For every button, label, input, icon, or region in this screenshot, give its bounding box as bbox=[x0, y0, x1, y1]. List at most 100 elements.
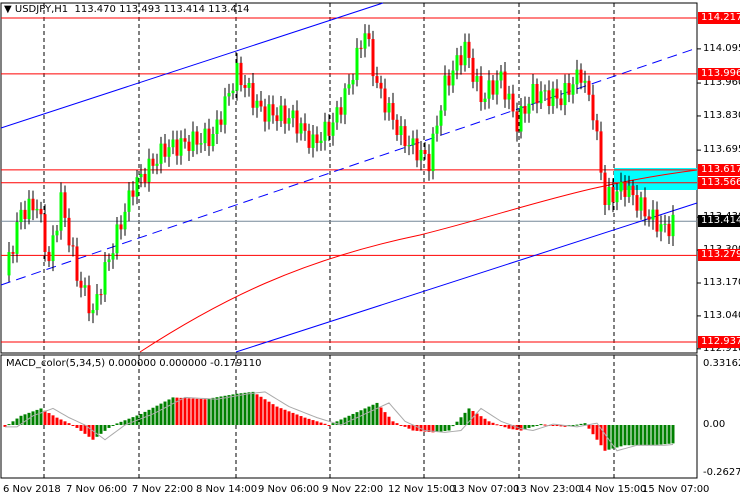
candle-body bbox=[427, 153, 431, 172]
candle-body bbox=[559, 98, 563, 106]
candle-body bbox=[211, 133, 215, 147]
candle-body bbox=[571, 84, 575, 95]
channel-lower bbox=[235, 202, 698, 353]
candle-body bbox=[647, 216, 651, 220]
candle-body bbox=[195, 131, 199, 145]
candle-body bbox=[663, 223, 667, 225]
macd-bar bbox=[211, 397, 215, 425]
candle-body bbox=[315, 134, 319, 144]
macd-bar bbox=[167, 399, 171, 425]
candle-body bbox=[611, 186, 615, 203]
candle-body bbox=[107, 259, 111, 263]
macd-bar bbox=[227, 395, 231, 425]
macd-bar bbox=[443, 425, 447, 431]
macd-bar bbox=[451, 425, 455, 427]
candle-body bbox=[295, 110, 299, 134]
candle-body bbox=[271, 104, 275, 116]
candle-body bbox=[491, 80, 495, 95]
macd-bar bbox=[115, 423, 119, 425]
candle-body bbox=[203, 128, 207, 144]
candle-body bbox=[239, 62, 243, 86]
candle-body bbox=[235, 62, 239, 91]
level-label: 113.617 bbox=[698, 163, 740, 176]
candle-body bbox=[31, 198, 35, 211]
candle-body bbox=[291, 110, 295, 119]
macd-bar bbox=[163, 401, 167, 425]
macd-bar bbox=[455, 421, 459, 425]
macd-bar bbox=[535, 425, 539, 426]
candle-body bbox=[355, 47, 359, 80]
time-label: 9 Nov 06:00 bbox=[258, 484, 320, 495]
candle-body bbox=[575, 69, 579, 85]
candle-body bbox=[91, 310, 95, 314]
macd-bar bbox=[475, 413, 479, 425]
candle-body bbox=[75, 246, 79, 281]
macd-bar bbox=[579, 423, 583, 425]
candle-body bbox=[643, 197, 647, 217]
candle-body bbox=[539, 91, 543, 104]
candle-body bbox=[655, 209, 659, 232]
candle-body bbox=[619, 182, 623, 192]
macd-bar bbox=[551, 425, 555, 426]
macd-bar bbox=[187, 398, 191, 425]
candle-body bbox=[187, 141, 191, 151]
macd-bar bbox=[387, 416, 391, 425]
candle-body bbox=[255, 100, 259, 108]
candle-body bbox=[143, 173, 147, 182]
candle-body bbox=[307, 130, 311, 148]
candle-body bbox=[587, 80, 591, 95]
candle-body bbox=[535, 83, 539, 104]
macd-bar bbox=[231, 394, 235, 425]
macd-bar bbox=[23, 414, 27, 425]
candle-body bbox=[595, 120, 599, 132]
candle-body bbox=[623, 182, 627, 197]
candle-body bbox=[395, 119, 399, 135]
macd-tick: -0.262789 bbox=[703, 467, 740, 479]
macd-bar bbox=[463, 412, 467, 425]
macd-bar bbox=[287, 411, 291, 425]
macd-bar bbox=[639, 425, 643, 446]
candle-body bbox=[519, 105, 523, 132]
macd-bar bbox=[215, 397, 219, 425]
macd-bar bbox=[91, 425, 95, 440]
macd-bar bbox=[39, 408, 43, 425]
macd-bar bbox=[315, 421, 319, 425]
candle-body bbox=[471, 57, 475, 82]
macd-bar bbox=[283, 409, 287, 425]
macd-bar bbox=[379, 407, 383, 425]
candle-body bbox=[339, 107, 343, 115]
macd-bar bbox=[299, 416, 303, 425]
macd-bar bbox=[195, 398, 199, 425]
candle-body bbox=[615, 191, 619, 203]
macd-bar bbox=[487, 421, 491, 425]
macd-title: MACD_color(5,34,5) 0.000000 0.000000 -0.… bbox=[6, 358, 262, 369]
macd-bar bbox=[459, 417, 463, 425]
candle-body bbox=[231, 90, 235, 94]
candle-body bbox=[399, 126, 403, 135]
macd-bar bbox=[519, 425, 523, 431]
candle-body bbox=[543, 90, 547, 92]
macd-bar bbox=[79, 425, 83, 431]
macd-bar bbox=[391, 421, 395, 425]
price-chart[interactable] bbox=[0, 0, 740, 500]
candle-body bbox=[35, 208, 39, 211]
macd-bar bbox=[543, 424, 547, 426]
candle-body bbox=[175, 139, 179, 156]
macd-bar bbox=[243, 392, 247, 425]
price-tick: 114.095 bbox=[703, 42, 740, 54]
macd-bar bbox=[307, 418, 311, 425]
candle-body bbox=[127, 190, 131, 212]
candle-body bbox=[243, 85, 247, 88]
macd-bar bbox=[103, 425, 107, 431]
channel-upper bbox=[0, 2, 384, 129]
candle-body bbox=[631, 185, 635, 196]
macd-bar bbox=[631, 425, 635, 446]
candle-body bbox=[227, 93, 231, 97]
macd-bar bbox=[363, 408, 367, 425]
candle-body bbox=[223, 96, 227, 125]
candle-body bbox=[443, 75, 447, 111]
candle-body bbox=[55, 230, 59, 236]
candle-body bbox=[287, 118, 291, 124]
macd-signal-line bbox=[5, 391, 674, 452]
candle-body bbox=[411, 138, 415, 146]
